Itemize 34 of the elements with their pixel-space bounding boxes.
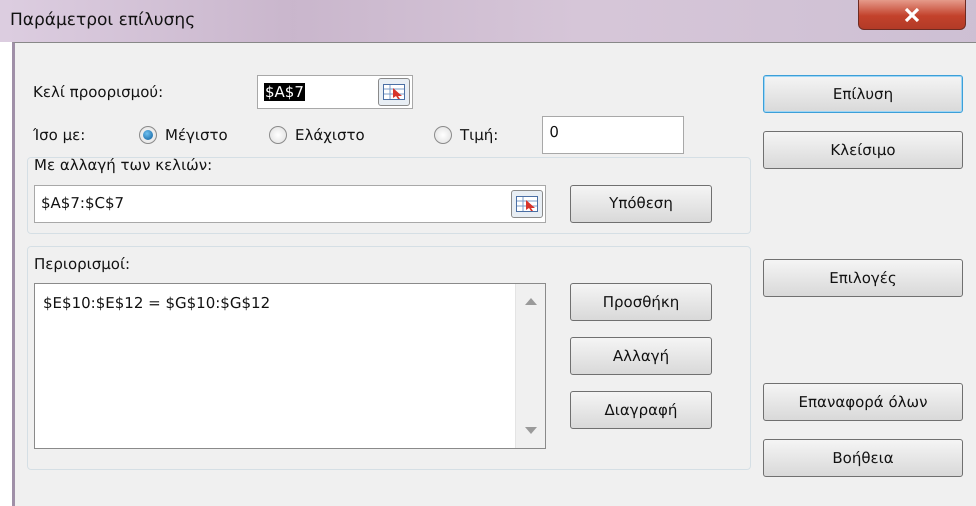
close-button[interactable]	[858, 0, 966, 30]
scroll-up-icon[interactable]	[524, 298, 536, 305]
window-title: Παράμετροι επίλυσης	[10, 9, 196, 32]
radio-button[interactable]	[139, 126, 157, 144]
constraints-list[interactable]: $E$10:$E$12 = $G$10:$G$12	[34, 283, 546, 449]
range-picker-icon[interactable]	[511, 190, 543, 218]
field-label: Κελί προορισμού:	[33, 82, 164, 103]
dialog-button[interactable]: Διαγραφή	[570, 391, 712, 429]
close-icon	[904, 8, 920, 22]
group-title: Με αλλαγή των κελιών:	[34, 155, 214, 176]
dialog-button[interactable]: Κλείσιμο	[763, 131, 963, 169]
dialog-button[interactable]: Βοήθεια	[763, 439, 963, 477]
value-field[interactable]: 0	[542, 116, 684, 154]
scrollbar[interactable]	[515, 284, 545, 448]
radio-label[interactable]: Ελάχιστο	[295, 124, 365, 146]
dialog-button[interactable]: Αλλαγή	[570, 337, 712, 375]
radio-button[interactable]	[269, 126, 287, 144]
changing-cells-field[interactable]: $A$7:$C$7	[34, 184, 546, 222]
radio-label[interactable]: Τιμή:	[460, 124, 498, 146]
range-picker-icon[interactable]	[378, 78, 410, 106]
radio-label[interactable]: Μέγιστο	[165, 124, 228, 146]
guess-button[interactable]: Υπόθεση	[570, 184, 712, 222]
field-value: $A$7	[264, 82, 305, 101]
group-title: Περιορισμοί:	[34, 254, 132, 274]
field-label: Ίσο με:	[33, 124, 86, 146]
dialog-button[interactable]: Προσθήκη	[570, 283, 712, 321]
field-value: $A$7:$C$7	[41, 194, 124, 212]
scroll-down-icon[interactable]	[524, 427, 536, 434]
dialog-button[interactable]: Επιλογές	[763, 259, 963, 297]
target-cell-field[interactable]: $A$7	[257, 75, 413, 109]
constraint-item[interactable]: $E$10:$E$12 = $G$10:$G$12	[43, 292, 507, 314]
dialog-button[interactable]: Επίλυση	[763, 75, 963, 113]
radio-button[interactable]	[434, 126, 452, 144]
dialog-button[interactable]: Επαναφορά όλων	[763, 383, 963, 421]
